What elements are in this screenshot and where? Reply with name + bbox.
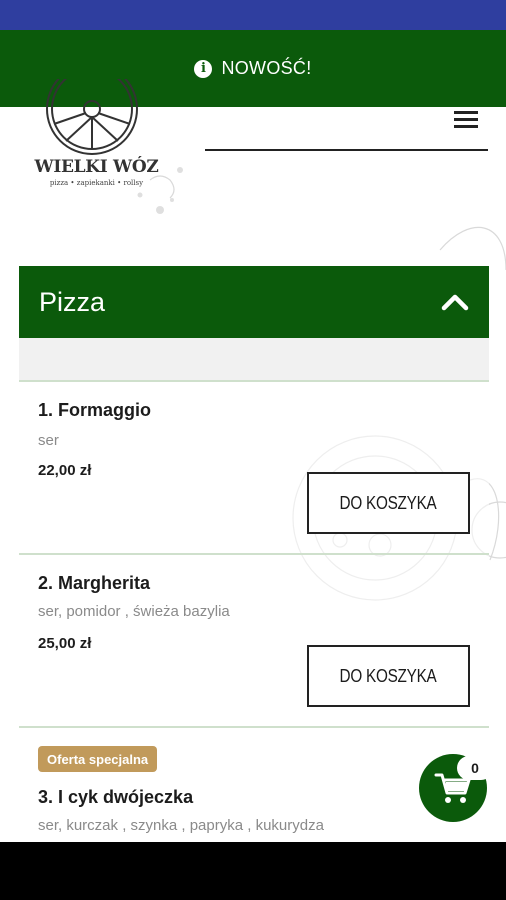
chevron-up-icon [441,294,469,311]
product-description: ser [38,432,59,449]
logo-name: WIELKI WÓZ [34,157,159,177]
category-header-pizza[interactable]: Pizza [19,266,489,338]
header: WIELKI WÓZ pizza • zapiekanki • rollsy [0,79,506,262]
add-to-cart-button[interactable]: DO KOSZYKA [307,645,470,707]
cart-count-badge: 0 [457,756,493,780]
system-navigation-bar [0,842,506,900]
category-title: Pizza [39,286,106,317]
product-price: 22,00 zł [38,462,92,479]
list-spacer [19,338,489,382]
add-to-cart-label: DO KOSZYKA [340,492,437,513]
product-description: ser, pomidor , świeża bazylia [38,603,230,620]
product-item: 1. Formaggio ser 22,00 zł DO KOSZYKA [19,382,489,555]
product-name: 2. Margherita [38,573,151,593]
news-banner-text: NOWOŚĆ! [221,58,312,78]
product-name: 3. I cyk dwójeczka [38,787,194,807]
info-icon: i [194,59,213,78]
add-to-cart-button[interactable]: DO KOSZYKA [307,472,470,534]
logo-tagline: pizza • zapiekanki • rollsy [49,179,144,187]
product-item: 2. Margherita ser, pomidor , świeża bazy… [19,555,489,728]
status-bar [0,0,506,30]
product-name: 1. Formaggio [38,400,152,420]
product-list: 1. Formaggio ser 22,00 zł DO KOSZYKA 2. … [19,338,489,842]
add-to-cart-label: DO KOSZYKA [340,665,437,686]
hamburger-menu-icon[interactable] [454,111,478,129]
header-divider [205,149,488,151]
product-description: ser, kurczak , szynka , papryka , kukury… [38,817,324,834]
special-offer-badge: Oferta specjalna [38,746,158,772]
product-price: 25,00 zł [38,635,92,652]
wagon-wheel-icon [46,79,138,155]
brand-logo[interactable]: WIELKI WÓZ pizza • zapiekanki • rollsy [34,79,159,192]
